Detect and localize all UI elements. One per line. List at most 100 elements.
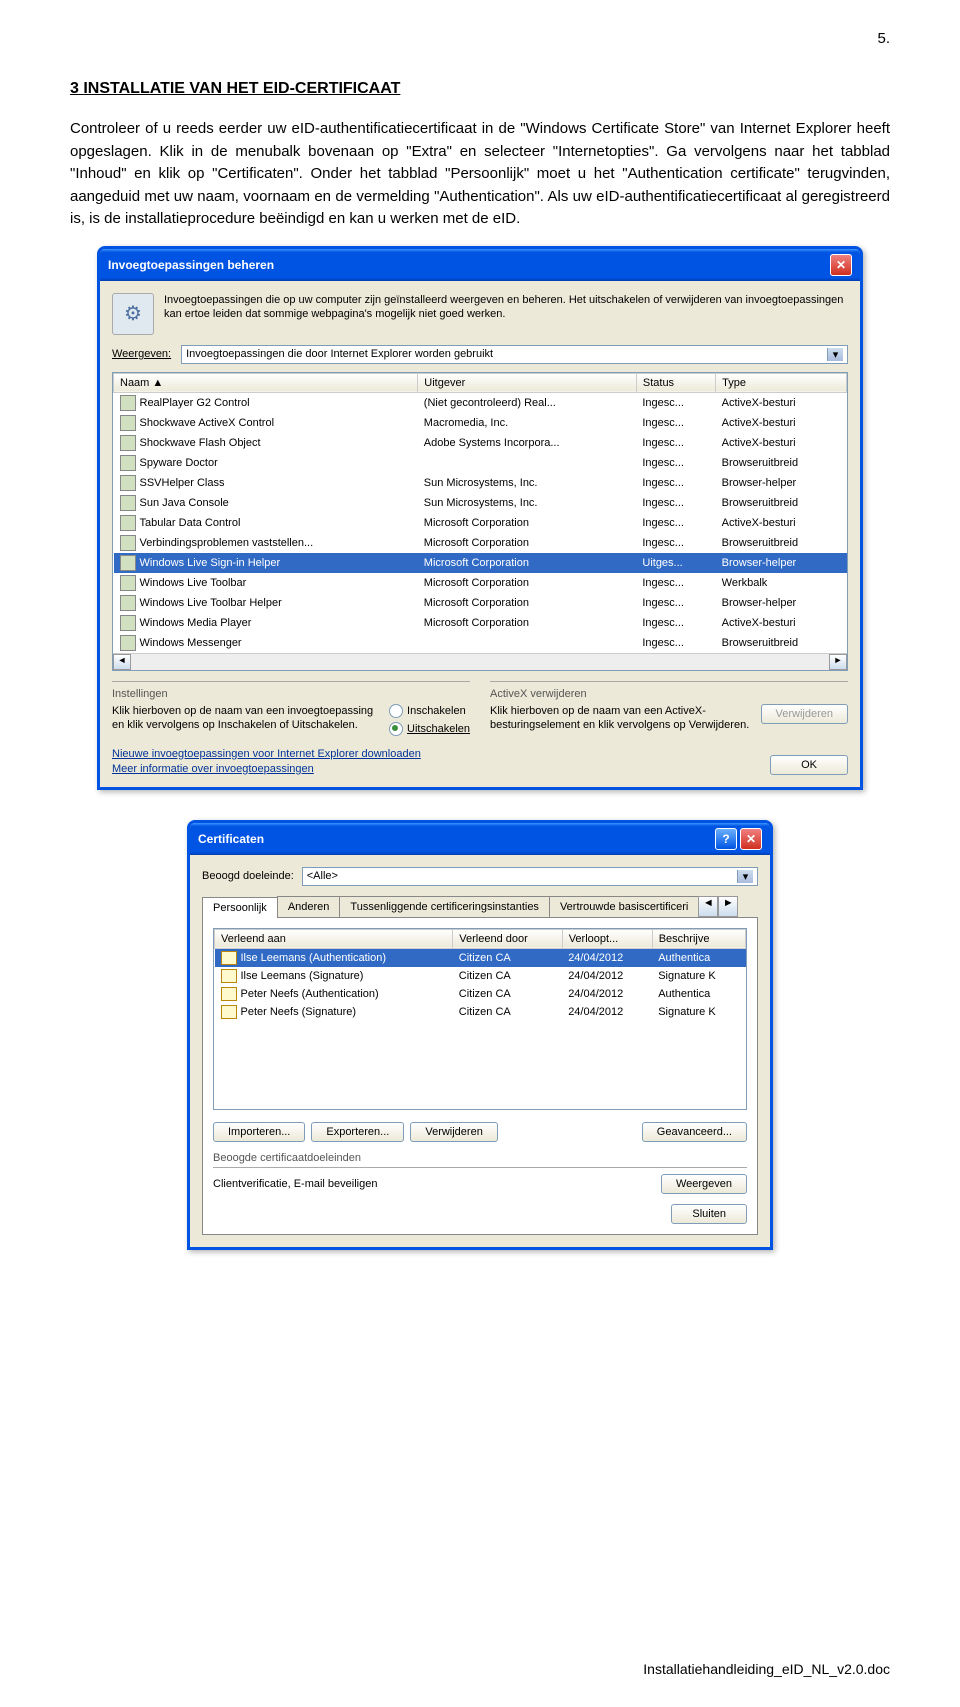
addons-table[interactable]: Naam ▲UitgeverStatusType RealPlayer G2 C… [112,372,848,671]
table-row[interactable]: Peter Neefs (Signature)Citizen CA24/04/2… [215,1003,746,1021]
certificates-table[interactable]: Verleend aanVerleend doorVerloopt...Besc… [213,928,747,1110]
table-row[interactable]: Windows Live Sign-in HelperMicrosoft Cor… [114,553,847,573]
table-row[interactable]: Sun Java ConsoleSun Microsystems, Inc.In… [114,493,847,513]
close-icon[interactable]: ✕ [740,828,762,850]
cell: Browseruitbreid [716,533,847,553]
show-select[interactable]: Invoegtoepassingen die door Internet Exp… [181,345,848,364]
disable-radio[interactable]: Uitschakelen [389,722,470,736]
section-heading: 3 INSTALLATIE VAN HET EID-CERTIFICAAT [70,80,890,98]
tab-vertrouwde-basiscertificeri[interactable]: Vertrouwde basiscertificeri [549,896,699,917]
help-icon[interactable]: ? [715,828,737,850]
table-row[interactable]: Windows MessengerIngesc...Browseruitbrei… [114,633,847,653]
table-row[interactable]: Tabular Data ControlMicrosoft Corporatio… [114,513,847,533]
addon-name: Windows Messenger [140,636,242,648]
horizontal-scrollbar[interactable]: ◄ ► [113,653,847,670]
chevron-down-icon: ▾ [737,870,753,883]
scroll-left-icon[interactable]: ◄ [113,654,131,670]
cell: Signature K [652,967,745,985]
cert-subject: Ilse Leemans (Authentication) [241,951,387,963]
cell [418,453,637,473]
cell: Ingesc... [636,433,715,453]
addon-icon [120,395,136,411]
cell: Authentica [652,985,745,1003]
cell: Sun Microsystems, Inc. [418,493,637,513]
table-row[interactable]: Windows Live Toolbar HelperMicrosoft Cor… [114,593,847,613]
column-header[interactable]: Type [716,373,847,392]
cell: Sun Microsystems, Inc. [418,473,637,493]
cell: Microsoft Corporation [418,553,637,573]
chevron-down-icon: ▾ [827,348,843,361]
table-row[interactable]: SSVHelper ClassSun Microsystems, Inc.Ing… [114,473,847,493]
table-row[interactable]: Ilse Leemans (Signature)Citizen CA24/04/… [215,967,746,985]
cell: ActiveX-besturi [716,392,847,413]
cell: Browseruitbreid [716,493,847,513]
cell [418,633,637,653]
table-row[interactable]: RealPlayer G2 Control(Niet gecontroleerd… [114,392,847,413]
disable-radio-label: Uitschakelen [407,723,470,735]
certificate-icon [221,1005,237,1019]
column-header[interactable]: Verleend aan [215,929,453,948]
cell: Uitges... [636,553,715,573]
table-row[interactable]: Shockwave ActiveX ControlMacromedia, Inc… [114,413,847,433]
cell: Ingesc... [636,593,715,613]
import-button[interactable]: Importeren... [213,1122,305,1142]
certificate-tabs: PersoonlijkAnderenTussenliggende certifi… [202,896,758,918]
table-row[interactable]: Verbindingsproblemen vaststellen...Micro… [114,533,847,553]
table-row[interactable]: Ilse Leemans (Authentication)Citizen CA2… [215,948,746,967]
column-header[interactable]: Beschrijve [652,929,745,948]
column-header[interactable]: Uitgever [418,373,637,392]
ok-button[interactable]: OK [770,755,848,775]
column-header[interactable]: Naam ▲ [114,373,418,392]
cert-subject: Peter Neefs (Authentication) [241,987,379,999]
cell: 24/04/2012 [562,967,652,985]
advanced-button[interactable]: Geavanceerd... [642,1122,747,1142]
table-row[interactable]: Peter Neefs (Authentication)Citizen CA24… [215,985,746,1003]
cert-purposes-label: Beoogde certificaatdoeleinden [213,1152,747,1168]
addon-icon [120,615,136,631]
column-header[interactable]: Verleend door [453,929,562,948]
tab-tussenliggende-certificeringsinstanties[interactable]: Tussenliggende certificeringsinstanties [339,896,550,917]
tab-nav-left-icon[interactable]: ◄ [698,896,718,917]
table-row[interactable]: Windows Media PlayerMicrosoft Corporatio… [114,613,847,633]
download-addons-link[interactable]: Nieuwe invoegtoepassingen voor Internet … [112,748,421,760]
cert-subject: Ilse Leemans (Signature) [241,969,364,981]
settings-panel-text: Klik hierboven op de naam van een invoeg… [112,704,379,736]
close-icon[interactable]: ✕ [830,254,852,276]
close-button[interactable]: Sluiten [671,1204,747,1224]
cell: Citizen CA [453,985,562,1003]
cell: Microsoft Corporation [418,613,637,633]
table-row[interactable]: Shockwave Flash ObjectAdobe Systems Inco… [114,433,847,453]
table-row[interactable]: Windows Live ToolbarMicrosoft Corporatio… [114,573,847,593]
cell: Macromedia, Inc. [418,413,637,433]
intended-purpose-select[interactable]: <Alle> ▾ [302,867,758,886]
addon-name: SSVHelper Class [140,476,225,488]
tab-anderen[interactable]: Anderen [277,896,341,917]
addons-titlebar[interactable]: Invoegtoepassingen beheren ✕ [100,249,860,281]
cell: Ingesc... [636,513,715,533]
certificates-titlebar[interactable]: Certificaten ? ✕ [190,823,770,855]
column-header[interactable]: Verloopt... [562,929,652,948]
footer-filename: Installatiehandleiding_eID_NL_v2.0.doc [643,1661,890,1677]
remove-panel-text: Klik hierboven op de naam van een Active… [490,704,751,733]
cert-purposes-text: Clientverificatie, E-mail beveiligen [213,1178,377,1190]
tab-nav-right-icon[interactable]: ► [718,896,738,917]
addon-name: Sun Java Console [140,496,229,508]
cert-subject: Peter Neefs (Signature) [241,1005,357,1017]
tab-persoonlijk[interactable]: Persoonlijk [202,897,278,918]
show-select-value: Invoegtoepassingen die door Internet Exp… [186,348,493,360]
export-button[interactable]: Exporteren... [311,1122,404,1142]
enable-radio-label: Inschakelen [407,705,466,717]
scroll-track[interactable] [131,654,829,670]
column-header[interactable]: Status [636,373,715,392]
remove-cert-button[interactable]: Verwijderen [410,1122,497,1142]
scroll-right-icon[interactable]: ► [829,654,847,670]
table-row[interactable]: Spyware DoctorIngesc...Browseruitbreid [114,453,847,473]
more-info-link[interactable]: Meer informatie over invoegtoepassingen [112,763,421,775]
intended-purpose-label: Beoogd doeleinde: [202,870,294,882]
addons-info-icon: ⚙ [112,293,154,335]
addon-icon [120,535,136,551]
view-button[interactable]: Weergeven [661,1174,747,1194]
enable-radio[interactable]: Inschakelen [389,704,470,718]
remove-button[interactable]: Verwijderen [761,704,848,724]
cell: ActiveX-besturi [716,413,847,433]
